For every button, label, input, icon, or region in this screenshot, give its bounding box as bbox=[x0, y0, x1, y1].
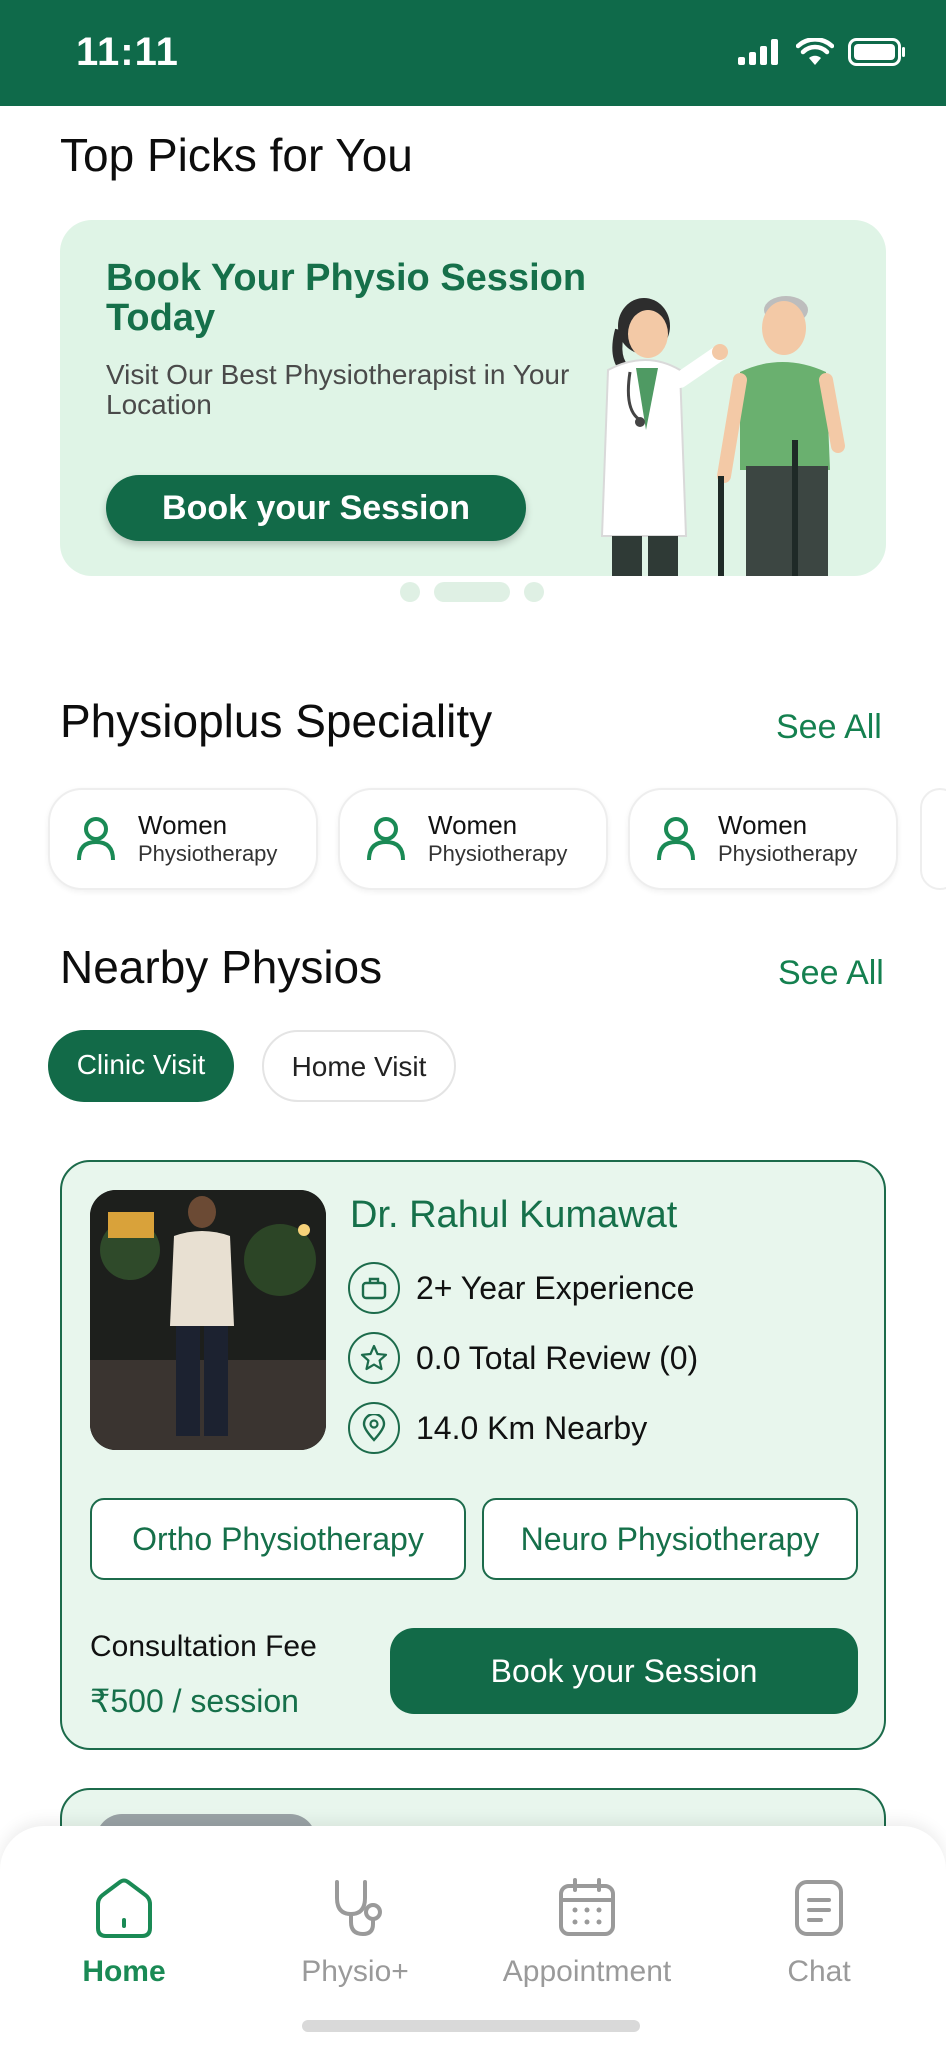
nearby-title: Nearby Physios bbox=[60, 941, 383, 993]
nav-appointment-label: Appointment bbox=[502, 1955, 672, 1988]
physio-photo bbox=[90, 1190, 326, 1450]
speciality-chip[interactable]: Women Physiotherapy bbox=[338, 788, 608, 890]
carousel-indicator[interactable] bbox=[400, 582, 544, 602]
nav-appointment[interactable]: Appointment bbox=[494, 1876, 680, 1989]
specialty-tag[interactable]: Neuro Physiotherapy bbox=[482, 1498, 858, 1580]
speciality-title: Physioplus Speciality bbox=[60, 695, 493, 747]
specialty-tag[interactable]: Ortho Physiotherapy bbox=[90, 1498, 466, 1580]
status-icons bbox=[738, 38, 906, 66]
review-text: 0.0 Total Review (0) bbox=[416, 1339, 699, 1376]
stethoscope-icon bbox=[335, 1880, 382, 1937]
speciality-see-all-link[interactable]: See All bbox=[776, 708, 882, 747]
nav-physio-plus-label: Physio+ bbox=[301, 1955, 409, 1988]
distance-row: 14.0 Km Nearby bbox=[348, 1402, 647, 1454]
speciality-line1: Women bbox=[718, 810, 808, 840]
physio-photo-image bbox=[90, 1190, 326, 1450]
carousel-dot[interactable] bbox=[524, 582, 544, 602]
nav-chat[interactable]: Chat bbox=[772, 1876, 866, 1989]
star-icon bbox=[348, 1332, 400, 1384]
banner-headline: Book Your Physio Session Today bbox=[106, 257, 587, 339]
speciality-line2: Physiotherapy bbox=[428, 841, 568, 866]
speciality-line1: Women bbox=[428, 810, 518, 840]
speciality-list: Women Physiotherapy Women Physiotherapy … bbox=[48, 788, 898, 890]
signal-icon bbox=[738, 39, 778, 65]
speciality-chip[interactable]: Women Physiotherapy bbox=[628, 788, 898, 890]
tab-home-visit[interactable]: Home Visit bbox=[262, 1030, 456, 1102]
wifi-icon bbox=[796, 38, 834, 65]
carousel-dot[interactable] bbox=[400, 582, 420, 602]
person-icon bbox=[77, 817, 115, 861]
doctor-patient-illustration bbox=[600, 296, 845, 576]
chat-icon bbox=[795, 1880, 843, 1936]
carousel-dot-active[interactable] bbox=[434, 582, 510, 602]
experience-text: 2+ Year Experience bbox=[416, 1269, 695, 1306]
fee-label: Consultation Fee bbox=[90, 1630, 317, 1663]
banner-subtitle: Visit Our Best Physiotherapist in Your L… bbox=[106, 359, 570, 420]
speciality-line2: Physiotherapy bbox=[138, 841, 278, 866]
nav-home-label: Home bbox=[82, 1955, 166, 1988]
speciality-line2: Physiotherapy bbox=[718, 841, 858, 866]
home-icon bbox=[96, 1878, 152, 1938]
book-session-button[interactable]: Book your Session bbox=[390, 1628, 858, 1714]
tab-clinic-visit[interactable]: Clinic Visit bbox=[48, 1030, 234, 1102]
physio-name: Dr. Rahul Kumawat bbox=[350, 1194, 678, 1236]
person-icon bbox=[657, 817, 695, 861]
nearby-see-all-link[interactable]: See All bbox=[778, 954, 884, 993]
battery-icon bbox=[848, 38, 905, 66]
home-indicator bbox=[302, 2020, 640, 2032]
nav-home[interactable]: Home bbox=[72, 1876, 176, 1989]
distance-text: 14.0 Km Nearby bbox=[416, 1409, 648, 1446]
fee-value: ₹500 / session bbox=[90, 1683, 299, 1719]
experience-row: 2+ Year Experience bbox=[348, 1262, 694, 1314]
review-row: 0.0 Total Review (0) bbox=[348, 1332, 698, 1384]
speciality-line1: Women bbox=[138, 810, 228, 840]
status-time: 11:11 bbox=[76, 30, 179, 74]
promo-banner[interactable]: Book Your Physio Session Today Visit Our… bbox=[60, 220, 886, 576]
briefcase-icon bbox=[348, 1262, 400, 1314]
status-bar: 11:11 bbox=[0, 0, 946, 106]
nav-physio-plus[interactable]: Physio+ bbox=[290, 1876, 420, 1989]
speciality-chip-partial[interactable] bbox=[920, 788, 946, 890]
nav-chat-label: Chat bbox=[787, 1955, 851, 1988]
person-icon bbox=[367, 817, 405, 861]
banner-book-button[interactable]: Book your Session bbox=[106, 475, 526, 541]
bottom-nav: Home Physio+ Appointment Chat bbox=[0, 1826, 946, 2048]
speciality-chip[interactable]: Women Physiotherapy bbox=[48, 788, 318, 890]
physio-card[interactable]: Dr. Rahul Kumawat 2+ Year Experience 0.0… bbox=[60, 1160, 886, 1750]
location-pin-icon bbox=[348, 1402, 400, 1454]
top-picks-title: Top Picks for You bbox=[60, 129, 413, 181]
calendar-icon bbox=[559, 1878, 615, 1936]
